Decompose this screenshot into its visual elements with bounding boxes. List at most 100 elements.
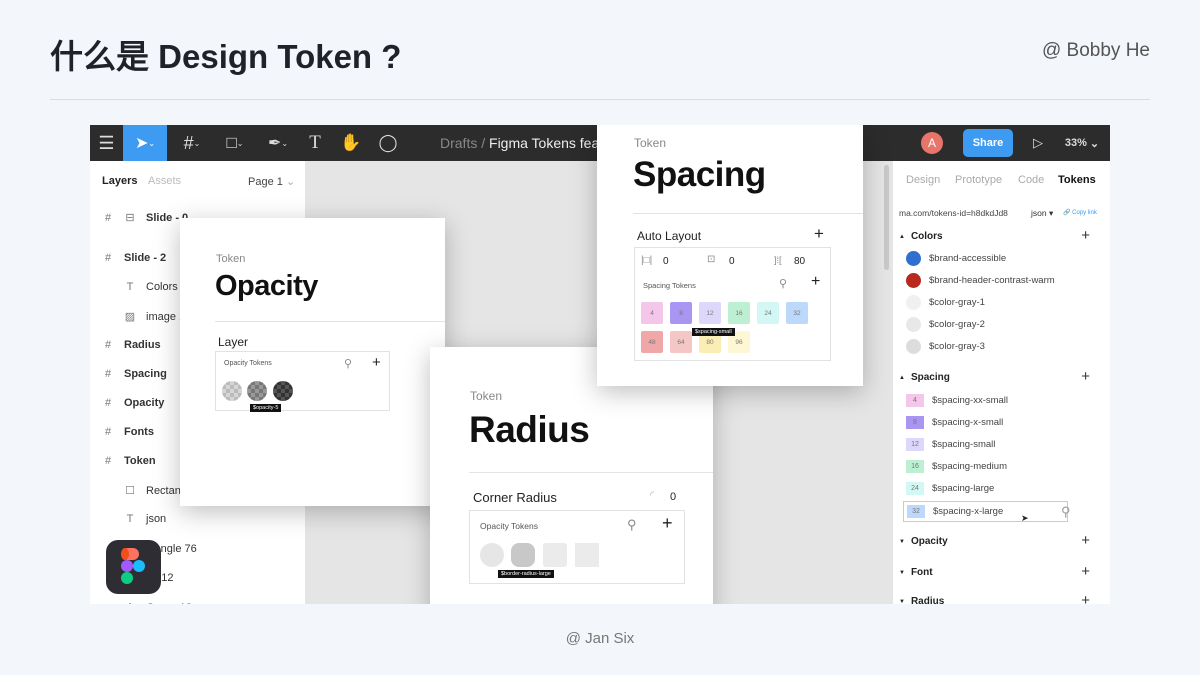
section-colors[interactable]: ▲ Colors [899,231,943,242]
opacity-token-light[interactable] [222,381,242,401]
section-opacity[interactable]: ▼ Opacity [899,536,948,547]
format-dropdown[interactable]: json ▾ [1031,208,1053,219]
add-spacing-icon[interactable]: + [1081,368,1090,385]
sliders-icon[interactable]: ⚲ [344,357,352,370]
section-spacing[interactable]: ▲ Spacing [899,372,950,383]
canvas-scrollbar[interactable] [884,165,889,270]
section-font[interactable]: ▼ Font [899,567,933,578]
layer-type-icon: ▨ [124,311,136,323]
layer-item[interactable]: ▨ image 1 [124,310,185,324]
padding-horizontal-value[interactable]: 0 [663,256,669,267]
add-font-icon[interactable]: + [1081,563,1090,580]
card-title: Opacity [215,270,318,302]
add-radius-icon[interactable]: + [1081,592,1090,604]
pen-tool-icon[interactable]: ✒ ⌄ [260,125,296,161]
add-colors-icon[interactable]: + [1081,227,1090,244]
color-swatch [906,317,921,332]
spacing-swatch: 32 [907,505,925,518]
spacing-token-chip[interactable]: 64 [670,331,692,353]
layer-item[interactable]: # Radius [102,339,161,351]
spacing-token[interactable]: 24 $spacing-large [906,482,994,495]
spacing-token[interactable]: 32 $spacing-x-large [903,501,1068,522]
spacing-token[interactable]: 4 $spacing-xx-small [906,394,1008,407]
layer-item[interactable]: # Token [102,455,156,467]
hand-tool-icon[interactable]: ✋ [338,125,364,161]
color-token[interactable]: $brand-accessible [906,251,1006,266]
tab-prototype[interactable]: Prototype [955,174,1002,186]
layer-item[interactable]: T Colors [124,281,178,293]
spacing-token[interactable]: 8 $spacing-x-small [906,416,1003,429]
sliders-icon[interactable]: ⚲ [779,277,787,290]
share-button[interactable]: Share [963,129,1013,157]
token-name: $color-gray-2 [929,319,985,330]
spacing-token-chip[interactable]: 48 [641,331,663,353]
corner-radius-value[interactable]: 0 [670,491,676,503]
radius-token-none[interactable] [575,543,599,567]
shape-tool-icon[interactable]: □ ⌄ [217,125,253,161]
sliders-icon[interactable]: ⚲ [1061,504,1071,520]
layer-type-icon: T [126,513,134,525]
tab-tokens[interactable]: Tokens [1058,174,1096,186]
sliders-icon[interactable]: ⚲ [627,517,637,533]
layer-item[interactable]: # ⊟ Slide - 0 [102,211,188,225]
card-label: Token [470,389,503,403]
add-icon[interactable]: + [372,354,381,371]
breadcrumb-drafts[interactable]: Drafts [440,135,477,151]
tab-code[interactable]: Code [1018,174,1044,186]
figma-logo [106,540,161,594]
move-tool-icon[interactable]: ➤ ⌄ [123,125,167,161]
color-token[interactable]: $brand-header-contrast-warm [906,273,1055,288]
opacity-token-medium[interactable] [247,381,267,401]
spacing-token[interactable]: 16 $spacing-medium [906,460,1007,473]
box-title: Spacing Tokens [643,281,696,290]
spacing-token-chip[interactable]: 12 [699,302,721,324]
opacity-token-dark[interactable] [273,381,293,401]
layer-label: json [146,513,167,525]
copy-link-button[interactable]: 🔗 Copy link [1063,209,1097,216]
avatar[interactable]: A [921,132,943,154]
spacing-token-chip[interactable]: 4 [641,302,663,324]
color-token[interactable]: $color-gray-3 [906,339,985,354]
radius-tokens-box: Opacity Tokens ⚲ + $border-radius-large [469,510,685,584]
hamburger-icon[interactable]: ☰ [90,125,123,161]
page-selector[interactable]: Page 1 ⌄ [248,175,295,188]
add-icon[interactable]: + [662,513,673,534]
tab-layers[interactable]: Layers [102,175,137,187]
layer-item[interactable]: # Slide - 2 [102,252,166,264]
tab-design[interactable]: Design [906,174,940,186]
layer-item[interactable]: ⋮ Group 12 [124,601,192,605]
spacing-token-chip[interactable]: 16 [728,302,750,324]
add-opacity-icon[interactable]: + [1081,532,1090,549]
add-icon[interactable]: + [811,273,820,291]
token-url[interactable]: ma.com/tokens-id=h8dkdJd8 [899,208,1008,218]
add-icon[interactable]: + [814,224,824,244]
spacing-token-chip[interactable]: 24 [757,302,779,324]
tab-assets[interactable]: Assets [148,175,181,187]
divider [469,472,713,473]
spacing-token[interactable]: 12 $spacing-small [906,438,995,451]
spacing-token-chip[interactable]: 32 [786,302,808,324]
color-token[interactable]: $color-gray-1 [906,295,985,310]
comment-tool-icon[interactable]: ◯ [375,125,401,161]
section-radius[interactable]: ▼ Radius [899,596,944,604]
text-tool-icon[interactable]: T [303,125,327,161]
layer-item[interactable]: ☐ Rectang [124,484,187,498]
section-title: Corner Radius [473,490,557,505]
zoom-dropdown[interactable]: 33% ⌄ [1062,125,1102,161]
spacing-token-chip[interactable]: 8 [670,302,692,324]
spacing-card: Token Spacing Auto Layout + |□| 0 ⊡ 0 ]⁞… [597,125,863,386]
layer-item[interactable]: # Fonts [102,426,154,438]
layer-item[interactable]: # Opacity [102,397,164,409]
radius-token-small[interactable] [543,543,567,567]
padding-vertical-value[interactable]: 0 [729,256,735,267]
radius-token-large[interactable] [511,543,535,567]
radius-token-full[interactable] [480,543,504,567]
gap-value[interactable]: 80 [794,256,805,267]
layer-item[interactable]: # Spacing [102,368,167,380]
file-name[interactable]: Figma Tokens fea [489,135,599,151]
frame-tool-icon[interactable]: # ⌄ [174,125,210,161]
layer-item[interactable]: Tjson [124,513,167,525]
play-icon[interactable]: ▷ [1028,125,1048,161]
color-token[interactable]: $color-gray-2 [906,317,985,332]
spacing-tokens-box: |□| 0 ⊡ 0 ]⁞[ 80 Spacing Tokens ⚲ + 4 8 12… [634,247,831,361]
